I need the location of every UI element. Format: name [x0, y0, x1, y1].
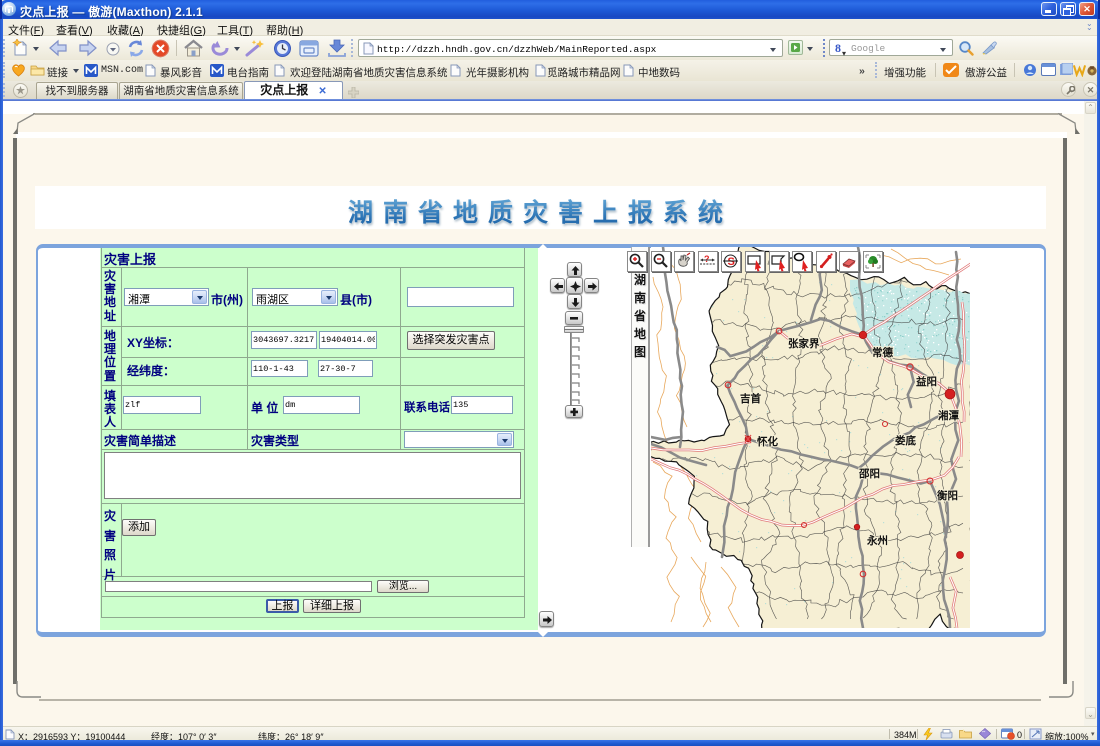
svg-text:?: ? — [704, 254, 710, 264]
svg-text:娄底: 娄底 — [895, 434, 916, 447]
svg-text:吉首: 吉首 — [740, 392, 761, 405]
svg-text:永州: 永州 — [866, 534, 888, 547]
svg-text:衡阳: 衡阳 — [937, 489, 958, 502]
svg-text:邵阳: 邵阳 — [858, 468, 880, 480]
svg-text:湘潭: 湘潭 — [938, 409, 959, 422]
svg-text:怀化: 怀化 — [757, 435, 778, 448]
svg-text:S: S — [728, 256, 735, 268]
svg-text:益阳: 益阳 — [916, 375, 937, 388]
svg-text:张家界: 张家界 — [788, 337, 820, 350]
svg-text:常德: 常德 — [872, 346, 893, 359]
